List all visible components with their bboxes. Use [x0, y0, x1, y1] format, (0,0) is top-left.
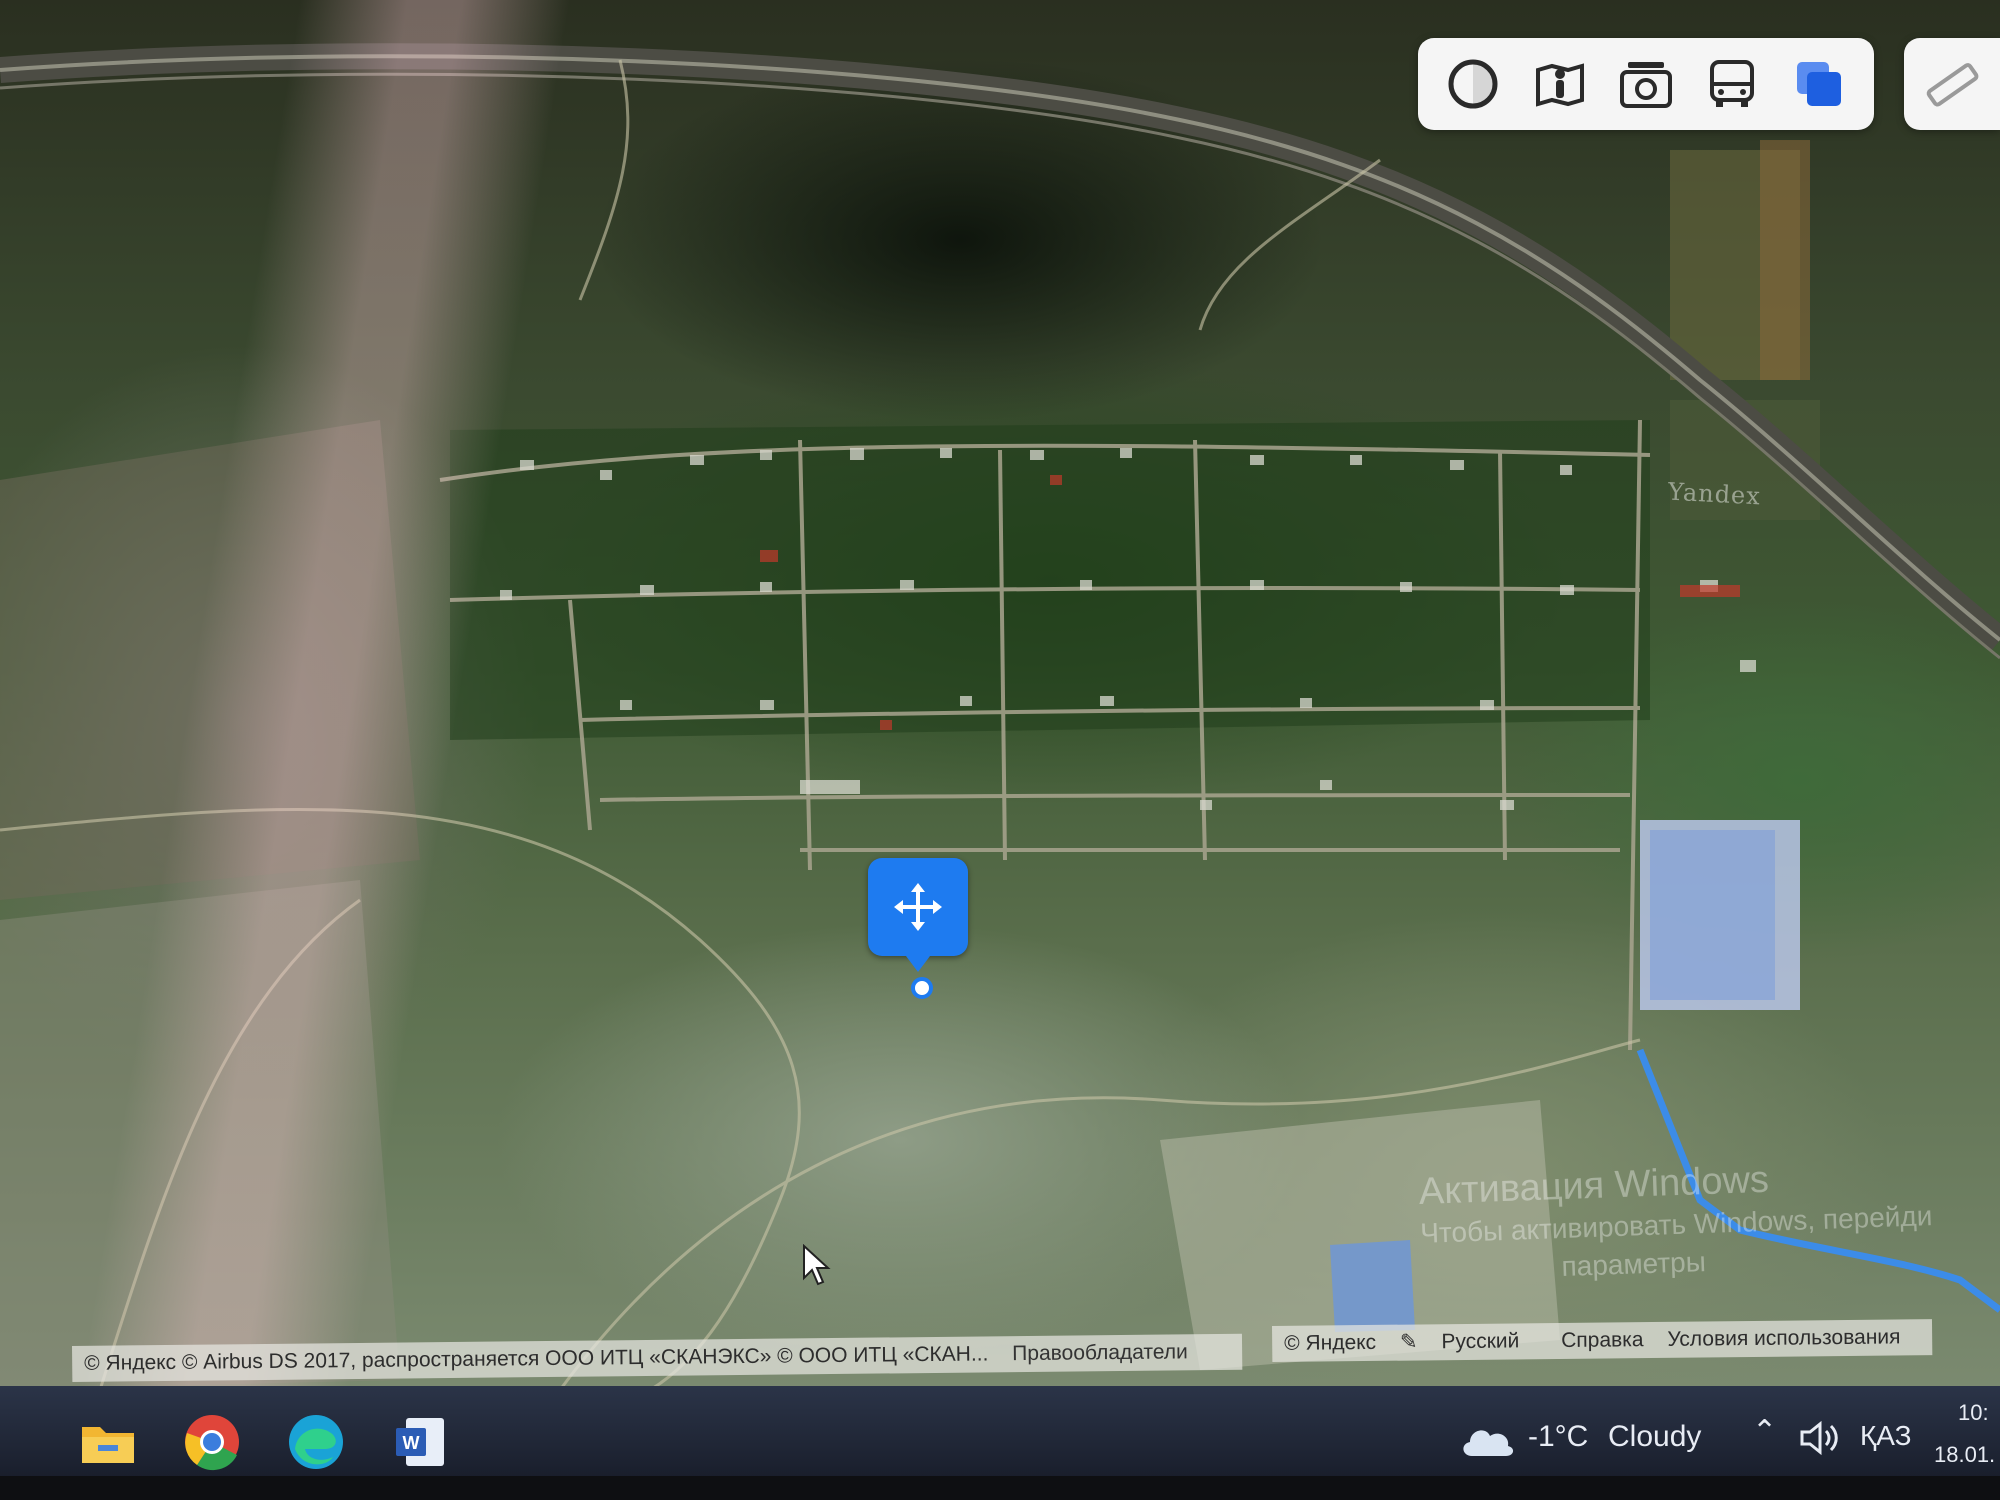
- chrome-icon: [185, 1415, 239, 1471]
- language-label: Русский: [1441, 1329, 1520, 1354]
- chevron-up-icon: ⌃: [1752, 1415, 1778, 1448]
- bus-icon: [1710, 60, 1755, 107]
- map-footer-links: © Яндекс ✎ Русский Справка Условия испол…: [1272, 1319, 1933, 1362]
- panorama-man-icon: [1535, 63, 1584, 107]
- layers-circle-button[interactable]: [1441, 52, 1505, 116]
- svg-text:W: W: [403, 1433, 420, 1453]
- file-explorer-button[interactable]: [60, 1404, 156, 1480]
- satellite-map[interactable]: Yandex Активация Windows Чтобы активиров…: [0, 0, 2000, 1500]
- clock-time[interactable]: 10:: [1958, 1400, 1989, 1426]
- layers-circle-icon: [1448, 59, 1498, 109]
- windows-activation-notice: Активация Windows Чтобы активировать Win…: [1418, 1151, 1934, 1291]
- edge-icon: [289, 1415, 343, 1469]
- word-icon: W: [396, 1418, 444, 1466]
- move-placemark-button[interactable]: [868, 858, 968, 972]
- language-icon: ✎: [1399, 1330, 1418, 1354]
- rights-holders-link[interactable]: Правообладатели: [1012, 1340, 1188, 1365]
- move-arrows-icon: [894, 883, 942, 931]
- placemark-point: [911, 977, 933, 999]
- transport-button[interactable]: [1700, 52, 1764, 116]
- yandex-map-watermark: Yandex: [1667, 477, 1762, 511]
- task-view-button[interactable]: [0, 1404, 16, 1480]
- map-layers-button[interactable]: [1787, 52, 1851, 116]
- speaker-icon: [1800, 1420, 1838, 1456]
- ruler-button[interactable]: [1904, 38, 2000, 130]
- ruler-icon: [1926, 63, 1979, 107]
- screen: Yandex Активация Windows Чтобы активиров…: [0, 0, 2000, 1500]
- map-copyright-text: © Яндекс © Airbus DS 2017, распространяе…: [84, 1342, 989, 1375]
- weather-condition[interactable]: Cloudy: [1608, 1420, 1701, 1454]
- edge-button[interactable]: [268, 1404, 364, 1480]
- chrome-button[interactable]: [164, 1404, 260, 1480]
- map-layers-icon: [1796, 62, 1841, 106]
- terms-link[interactable]: Условия использования: [1667, 1325, 1900, 1350]
- show-hidden-icons-button[interactable]: ⌃: [1752, 1414, 1777, 1449]
- mouse-cursor-icon: [803, 1244, 831, 1286]
- weather-cloud-icon[interactable]: [1458, 1420, 1516, 1465]
- input-language-indicator[interactable]: ҚАЗ: [1860, 1420, 1912, 1452]
- clock-date[interactable]: 18.01.: [1934, 1442, 1995, 1468]
- yandex-copyright-link[interactable]: © Яндекс: [1284, 1331, 1376, 1355]
- file-explorer-icon: [82, 1427, 134, 1463]
- map-toolbar: [1418, 38, 1874, 130]
- weather-temperature[interactable]: -1°C: [1528, 1420, 1588, 1454]
- camera-icon: [1619, 62, 1672, 108]
- word-button[interactable]: W: [372, 1404, 468, 1480]
- language-link[interactable]: ✎ Русский: [1400, 1329, 1543, 1353]
- help-link[interactable]: Справка: [1561, 1328, 1644, 1352]
- volume-button[interactable]: [1800, 1420, 1840, 1461]
- photo-button[interactable]: [1614, 52, 1678, 116]
- panorama-button[interactable]: [1528, 52, 1592, 116]
- monitor-bezel: [0, 1476, 2000, 1500]
